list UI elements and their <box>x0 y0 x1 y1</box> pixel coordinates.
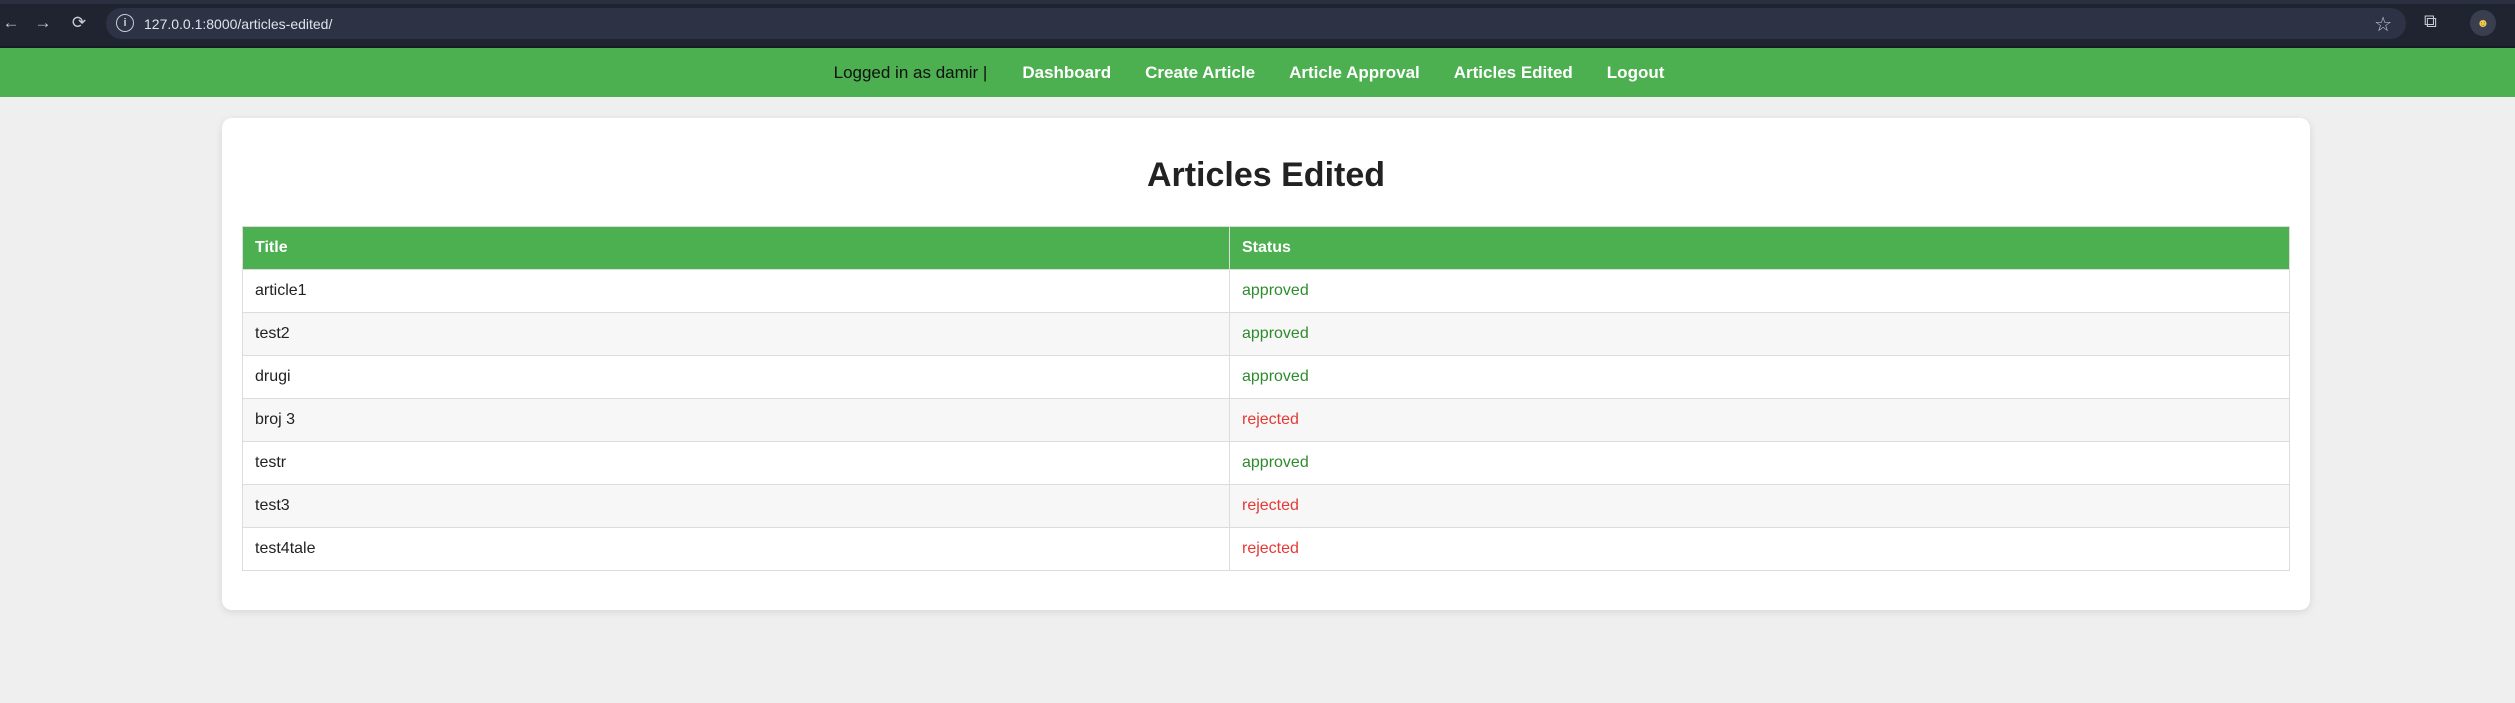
article-title: testr <box>242 441 1230 485</box>
table-row: test3 rejected <box>242 484 2290 528</box>
article-status: rejected <box>1229 484 2290 528</box>
browser-toolbar: ← → ⟳ i 127.0.0.1:8000/articles-edited/ … <box>0 0 2515 48</box>
article-status: rejected <box>1229 398 2290 442</box>
reload-icon[interactable]: ⟳ <box>68 12 90 34</box>
nav-link-article-approval[interactable]: Article Approval <box>1289 63 1420 83</box>
article-title: drugi <box>242 355 1230 399</box>
table-row: broj 3 rejected <box>242 398 2290 442</box>
forward-icon[interactable]: → <box>32 12 54 34</box>
column-header-title: Title <box>242 226 1230 270</box>
article-status: approved <box>1229 312 2290 356</box>
article-status: approved <box>1229 355 2290 399</box>
nav-link-create-article[interactable]: Create Article <box>1145 63 1255 83</box>
article-title: article1 <box>242 269 1230 313</box>
back-icon[interactable]: ← <box>0 12 22 34</box>
address-bar[interactable]: i 127.0.0.1:8000/articles-edited/ ☆ <box>106 8 2406 39</box>
table-row: test2 approved <box>242 312 2290 356</box>
column-header-status: Status <box>1229 226 2290 270</box>
profile-avatar[interactable]: ☻ <box>2470 10 2496 36</box>
extensions-icon[interactable]: ⧉ <box>2424 11 2444 31</box>
table-row: test4tale rejected <box>242 527 2290 571</box>
app-navbar: Logged in as damir | Dashboard Create Ar… <box>0 48 2515 97</box>
nav-link-logout[interactable]: Logout <box>1607 63 1665 83</box>
articles-table: Title Status article1 approved test2 app… <box>242 226 2290 571</box>
nav-link-articles-edited[interactable]: Articles Edited <box>1454 63 1573 83</box>
address-url[interactable]: 127.0.0.1:8000/articles-edited/ <box>144 16 332 32</box>
site-info-icon[interactable]: i <box>116 14 134 32</box>
article-title: test4tale <box>242 527 1230 571</box>
page-title: Articles Edited <box>1146 156 1386 194</box>
table-row: testr approved <box>242 441 2290 485</box>
article-title: test3 <box>242 484 1230 528</box>
tab-strip <box>0 0 2515 4</box>
nav-link-dashboard[interactable]: Dashboard <box>1022 63 1111 83</box>
table-row: article1 approved <box>242 269 2290 313</box>
bookmark-star-icon[interactable]: ☆ <box>2374 12 2392 37</box>
article-status: approved <box>1229 441 2290 485</box>
article-title: broj 3 <box>242 398 1230 442</box>
logged-in-status: Logged in as damir | <box>833 62 988 82</box>
article-status: approved <box>1229 269 2290 313</box>
table-row: drugi approved <box>242 355 2290 399</box>
table-header-row: Title Status <box>242 226 2290 270</box>
article-status: rejected <box>1229 527 2290 571</box>
article-title: test2 <box>242 312 1230 356</box>
content-card: Articles Edited Title Status article1 ap… <box>222 118 2310 610</box>
